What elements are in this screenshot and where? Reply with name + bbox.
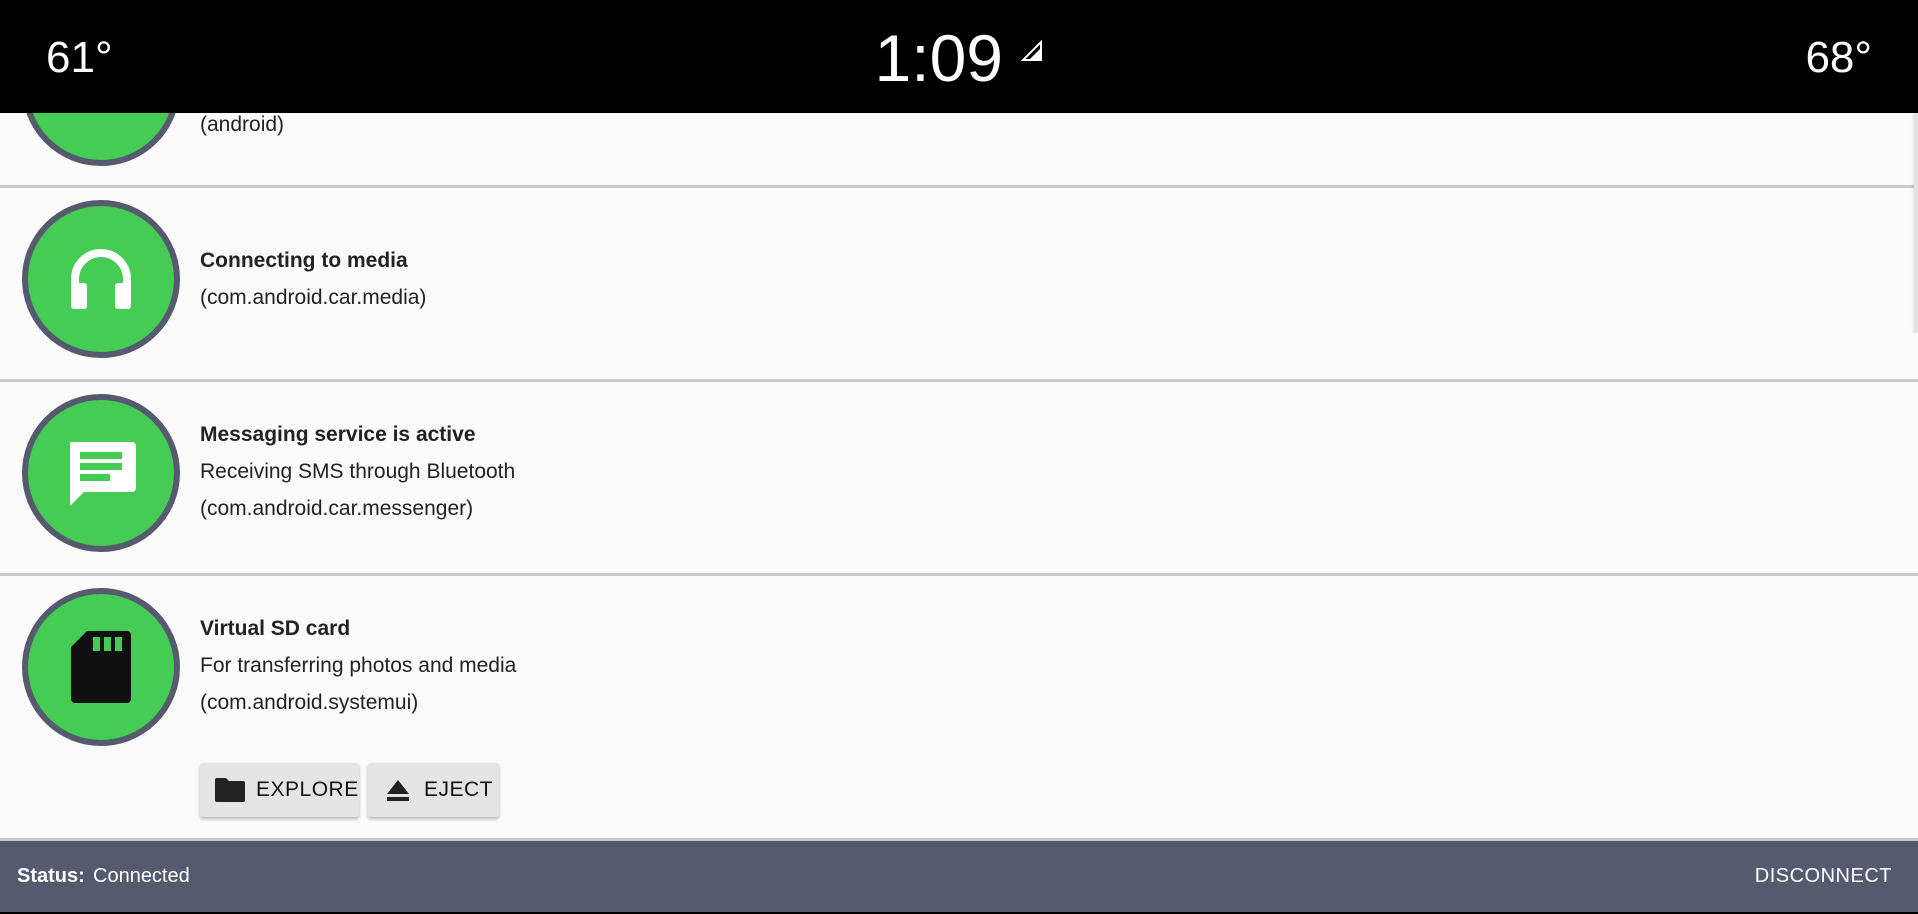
headphones-icon [71,249,131,309]
notification-title: Virtual SD card [200,617,351,640]
connection-status-bar: Status: Connected DISCONNECT [0,838,1918,912]
notification-item-media[interactable]: Connecting to media (com.android.car.med… [0,188,1918,382]
notification-app-icon [22,200,180,358]
notification-title: Messaging service is active [200,423,476,446]
eject-icon [387,780,409,801]
screen: (android) Connecting to media (com.andro… [0,0,1918,914]
explore-button[interactable]: EXPLORE [200,763,359,817]
notification-text: Connecting to media (com.android.car.med… [200,242,426,316]
eject-label: EJECT [424,778,494,801]
explore-label: EXPLORE [256,778,359,801]
status-value: Connected [93,865,190,887]
passenger-temperature[interactable]: 68° [1805,28,1872,88]
notification-line: (com.android.systemui) [200,691,419,714]
clock: 1:09 [874,21,1003,95]
sd-card-icon [71,631,131,703]
notification-app-icon [22,394,180,552]
signal-icon [1021,40,1043,61]
notification-line: (com.android.car.messenger) [200,497,474,520]
eject-button[interactable]: EJECT [368,763,499,817]
notification-text: Messaging service is active Receiving SM… [200,416,515,527]
disconnect-button[interactable]: DISCONNECT [1755,861,1892,891]
status-label: Status: [17,865,85,887]
notification-app-icon [22,588,180,746]
message-icon [70,442,136,506]
notification-text: Virtual SD card For transferring photos … [200,610,516,721]
notification-item-messenger[interactable]: Messaging service is active Receiving SM… [0,382,1918,576]
notification-title: Connecting to media [200,249,408,272]
folder-icon [215,778,245,802]
scrollbar-thumb[interactable] [1914,113,1918,333]
notification-line: (com.android.car.media) [200,286,427,309]
status-bar: 61° 1:09 68° [0,0,1918,113]
notification-line: For transferring photos and media [200,654,517,677]
notification-line: Receiving SMS through Bluetooth [200,460,516,483]
clock-area: 1:09 [0,18,1918,98]
